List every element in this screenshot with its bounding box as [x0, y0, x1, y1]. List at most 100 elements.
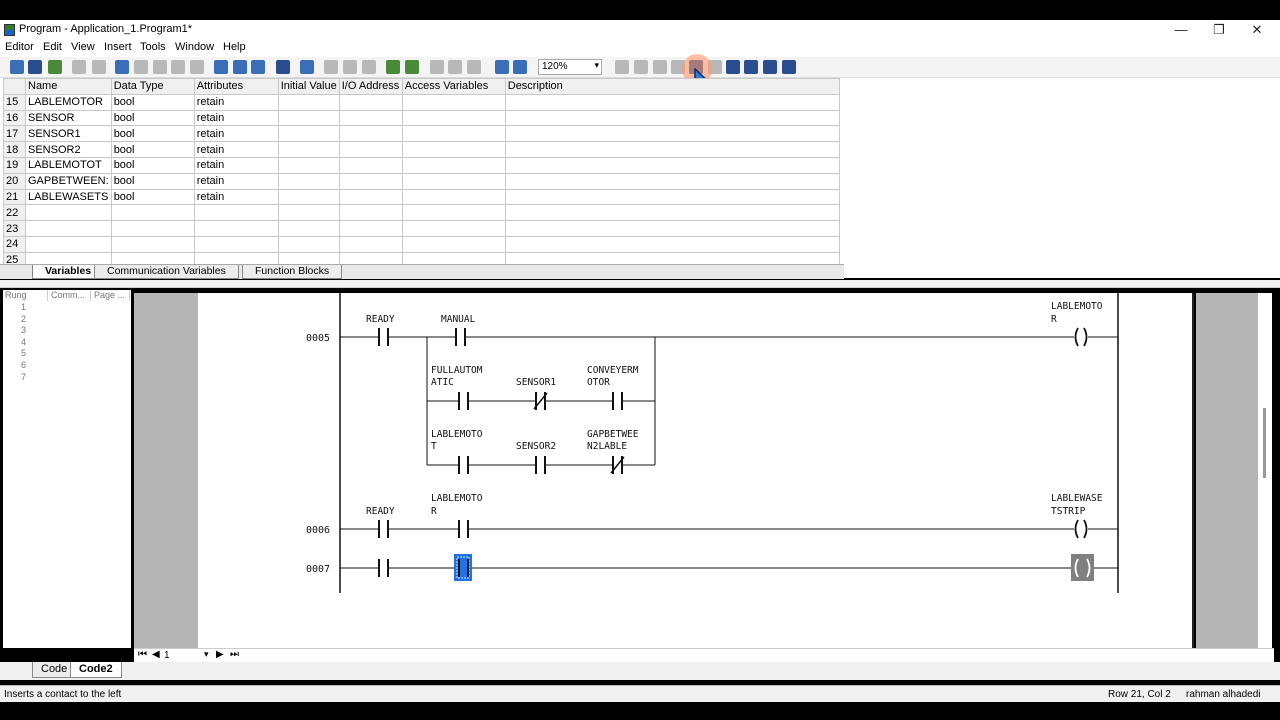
row-number[interactable]: 15	[3, 93, 26, 111]
first-page-icon[interactable]: ⏮	[138, 649, 147, 660]
table-row[interactable]: 18 SENSOR2 bool retain	[3, 141, 840, 158]
minimize-button[interactable]: —	[1164, 21, 1198, 39]
prev-page-icon[interactable]: ◀	[152, 649, 160, 660]
attributes-cell[interactable]	[193, 235, 279, 253]
menu-edit[interactable]: Edit	[43, 41, 62, 53]
funnel-icon[interactable]	[430, 60, 444, 74]
save-icon[interactable]	[28, 60, 42, 74]
editor-vertical-scrollbar[interactable]	[1258, 293, 1272, 648]
io-address-cell[interactable]	[338, 220, 403, 237]
description-cell[interactable]	[504, 125, 840, 143]
rung-list-item[interactable]: 5	[21, 348, 26, 358]
rung-list-item[interactable]: 1	[21, 302, 26, 312]
next-page-icon[interactable]: ▶	[216, 649, 224, 660]
tab-function-blocks[interactable]: Function Blocks	[242, 265, 343, 279]
monitor-icon[interactable]	[405, 60, 419, 74]
undo-icon[interactable]	[115, 60, 129, 74]
row-number[interactable]: 21	[3, 188, 26, 206]
access-variables-cell[interactable]	[401, 220, 506, 237]
tab-communication-variables[interactable]: Communication Variables	[94, 265, 239, 279]
description-cell[interactable]	[504, 156, 840, 174]
data-type-cell[interactable]	[110, 235, 195, 253]
io-address-cell[interactable]	[338, 141, 403, 158]
initial-value-cell[interactable]	[277, 109, 340, 127]
table-row[interactable]: 21 LABLEWASETS bool retain	[3, 188, 840, 206]
insert-jump-icon[interactable]	[763, 60, 777, 74]
io-address-cell[interactable]	[338, 172, 403, 190]
table-row[interactable]: 22	[3, 204, 840, 222]
attributes-cell[interactable]: retain	[193, 172, 279, 190]
row-number[interactable]: 16	[3, 109, 26, 127]
initial-value-cell[interactable]	[277, 93, 340, 111]
attributes-cell[interactable]	[193, 204, 279, 222]
row-number[interactable]: 20	[3, 172, 26, 190]
row-number[interactable]: 18	[3, 141, 26, 158]
chevron-down-icon[interactable]: ▾	[204, 649, 209, 660]
zoom-in-icon[interactable]	[495, 60, 509, 74]
close-button[interactable]: ✕	[1240, 21, 1274, 39]
data-type-cell[interactable]: bool	[110, 141, 195, 158]
row-number[interactable]: 19	[3, 156, 26, 174]
ladder-diagram[interactable]: 0005 READY MANUAL LABLEMOTO R FULLAUTOM …	[198, 293, 1194, 648]
initial-value-cell[interactable]	[277, 235, 340, 253]
find-icon[interactable]	[214, 60, 228, 74]
paste-icon[interactable]	[190, 60, 204, 74]
io-address-cell[interactable]	[338, 156, 403, 174]
io-address-cell[interactable]	[338, 93, 403, 111]
column-header-access-variables[interactable]: Access Variables	[401, 78, 506, 95]
tool-icon[interactable]	[276, 60, 290, 74]
attributes-cell[interactable]: retain	[193, 109, 279, 127]
sort-icon[interactable]	[324, 60, 338, 74]
print-preview-icon[interactable]	[92, 60, 106, 74]
data-type-cell[interactable]	[110, 204, 195, 222]
watch-icon[interactable]	[300, 60, 314, 74]
comment-column-header[interactable]: Comm...	[49, 290, 91, 301]
replace-icon[interactable]	[251, 60, 265, 74]
access-variables-cell[interactable]	[401, 235, 506, 253]
rung-list-item[interactable]: 6	[21, 360, 26, 370]
table-row[interactable]: 23	[3, 220, 840, 237]
variable-name-cell[interactable]: LABLEMOTOR	[25, 93, 112, 111]
access-variables-cell[interactable]	[401, 172, 506, 190]
description-cell[interactable]	[504, 109, 840, 127]
initial-value-cell[interactable]	[277, 220, 340, 237]
insert-coil-icon[interactable]	[726, 60, 740, 74]
column-header-description[interactable]: Description	[504, 78, 840, 95]
ladder-editor[interactable]: 0005 READY MANUAL LABLEMOTO R FULLAUTOM …	[198, 293, 1194, 648]
variable-name-cell[interactable]: SENSOR1	[25, 125, 112, 143]
column-header-initial-value[interactable]: Initial Value	[277, 78, 340, 95]
row-number[interactable]: 22	[3, 204, 26, 222]
description-cell[interactable]	[504, 93, 840, 111]
column-header-data-type[interactable]: Data Type	[110, 78, 195, 95]
attributes-cell[interactable]: retain	[193, 188, 279, 206]
zoom-out-icon[interactable]	[513, 60, 527, 74]
variable-name-cell[interactable]: SENSOR2	[25, 141, 112, 158]
description-cell[interactable]	[504, 141, 840, 158]
initial-value-cell[interactable]	[277, 125, 340, 143]
menu-editor[interactable]: Editor	[5, 41, 34, 53]
rung-list-item[interactable]: 7	[21, 372, 26, 382]
attributes-cell[interactable]: retain	[193, 93, 279, 111]
zoom-select[interactable]: 120% ▾	[538, 59, 602, 75]
table-row[interactable]: 16 SENSOR bool retain	[3, 109, 840, 127]
description-cell[interactable]	[504, 172, 840, 190]
page-column-header[interactable]: Page ...	[92, 290, 130, 301]
io-address-cell[interactable]	[338, 125, 403, 143]
description-cell[interactable]	[504, 204, 840, 222]
pane-splitter[interactable]	[0, 280, 1280, 288]
contact-no-icon[interactable]	[615, 60, 629, 74]
redo-icon[interactable]	[134, 60, 148, 74]
description-cell[interactable]	[504, 220, 840, 237]
rung-list-item[interactable]: 2	[21, 314, 26, 324]
description-cell[interactable]	[504, 188, 840, 206]
compile-icon[interactable]	[48, 60, 62, 74]
find-next-icon[interactable]	[233, 60, 247, 74]
table-row[interactable]: 20 GAPBETWEEN: bool retain	[3, 172, 840, 190]
access-variables-cell[interactable]	[401, 109, 506, 127]
access-variables-cell[interactable]	[401, 141, 506, 158]
contact-nc-icon[interactable]	[634, 60, 648, 74]
table-row[interactable]: 24	[3, 235, 840, 253]
tab-code2[interactable]: Code2	[70, 662, 122, 678]
io-address-cell[interactable]	[338, 235, 403, 253]
table-row[interactable]: 19 LABLEMOTOT bool retain	[3, 156, 840, 174]
